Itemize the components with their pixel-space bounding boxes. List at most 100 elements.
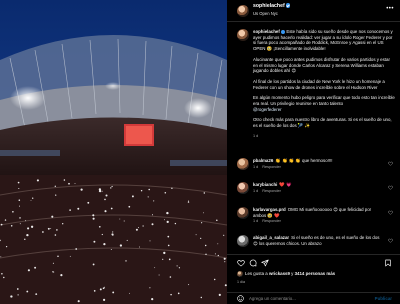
crowd-light <box>163 251 166 255</box>
crowd-light <box>112 291 115 294</box>
commenter-avatar[interactable] <box>237 207 249 219</box>
crowd-light <box>204 244 207 247</box>
post-comment-button[interactable]: Publicar <box>375 296 392 301</box>
crowd-light <box>3 276 5 279</box>
liker-avatar <box>237 271 243 277</box>
crowd-light <box>200 237 202 239</box>
commenter-username[interactable]: karlavargas.prd <box>253 207 286 212</box>
crowd-light <box>16 288 19 290</box>
heart-icon[interactable] <box>237 259 245 267</box>
crowd-light <box>69 209 71 211</box>
post-media[interactable] <box>0 0 227 304</box>
crowd-light <box>36 179 39 182</box>
post-header: sophielachef Us Open Nyc ••• <box>227 0 400 22</box>
comments-scroll[interactable]: sophielachef Este había sido su sueño de… <box>227 23 400 253</box>
crowd-light <box>77 207 80 210</box>
crowd-light <box>195 234 197 236</box>
crowd-light <box>171 187 173 190</box>
likes-middle: y <box>291 271 294 277</box>
crowd-light <box>158 274 160 276</box>
crowd-light <box>104 198 106 201</box>
crowd-light <box>74 182 76 184</box>
crowd-light <box>140 189 143 192</box>
crowd-light <box>174 222 177 225</box>
comment-item: karlavargas.prd OMG Mi sueñooooooo 😍 que … <box>237 207 395 223</box>
crowd-light <box>123 220 125 222</box>
crowd-light <box>105 194 108 197</box>
commenter-username[interactable]: karybianchi <box>253 182 277 187</box>
commenter-avatar[interactable] <box>237 182 249 194</box>
crowd-light <box>27 227 30 230</box>
commenter-username[interactable]: pbalma26 <box>253 158 273 163</box>
post-location[interactable]: Us Open Nyc <box>253 11 278 16</box>
liker-username[interactable]: wrickass9 <box>269 271 290 276</box>
crowd-light <box>52 262 54 264</box>
crowd-light <box>18 199 21 201</box>
comment-heart-icon[interactable] <box>388 185 393 190</box>
likes-summary[interactable]: Les gusta a wrickass9 y 3414 personas má… <box>237 271 335 277</box>
crowd-light <box>62 223 64 225</box>
caption-text: sophielachef Este había sido su sueño de… <box>253 29 395 129</box>
author-avatar[interactable] <box>237 5 249 17</box>
comment-heart-icon[interactable] <box>388 238 393 243</box>
crowd-light <box>170 293 172 296</box>
author-username[interactable]: sophielachef <box>253 3 285 9</box>
crowd-light <box>103 242 106 246</box>
comment-input[interactable]: Agrega un comentario... <box>249 296 296 301</box>
caption-paragraph-3: Al final de los partidos la ciudad de Ne… <box>253 78 385 90</box>
commenter-username[interactable]: abigail_a_salazar <box>253 235 289 240</box>
crowd-light <box>17 181 20 184</box>
caption-avatar[interactable] <box>237 29 249 41</box>
crowd-light <box>18 187 20 190</box>
crowd-light <box>50 227 52 229</box>
crowd-light <box>10 295 13 298</box>
crowd-light <box>30 225 34 228</box>
crowd-light <box>151 214 154 216</box>
crowd-light <box>4 219 7 221</box>
comment-time: 1 d <box>253 188 259 193</box>
crowd-light <box>202 212 204 214</box>
crowd-light <box>218 293 221 296</box>
crowd-light <box>47 227 50 230</box>
crowd-light <box>69 255 71 257</box>
crowd-light <box>162 258 164 260</box>
likes-count[interactable]: 3414 personas más <box>295 271 336 276</box>
crowd-light <box>80 188 83 191</box>
crowd-light <box>57 255 59 258</box>
crowd-light <box>17 294 19 296</box>
crowd-light <box>178 267 181 269</box>
comment-heart-icon[interactable] <box>388 161 393 166</box>
crowd-light <box>149 240 151 242</box>
commenter-avatar[interactable] <box>237 235 249 247</box>
emoji-icon[interactable] <box>237 295 244 302</box>
crowd-light <box>188 284 190 286</box>
crowd-light <box>151 298 154 301</box>
comment-heart-icon[interactable] <box>388 210 393 215</box>
crowd-light <box>26 233 29 237</box>
author-username-row[interactable]: sophielachef <box>253 3 291 9</box>
comment-icon[interactable] <box>249 259 257 267</box>
crowd-light <box>203 192 206 194</box>
reply-button[interactable]: Responder <box>262 165 281 169</box>
caption-username[interactable]: sophielachef <box>253 29 280 34</box>
mention-link[interactable]: @rogerfederer <box>253 107 282 112</box>
crowd-light <box>75 248 78 250</box>
caption-paragraph-2: Alucinante que poco antes pudimos disfru… <box>253 56 390 74</box>
more-icon[interactable]: ••• <box>386 6 394 12</box>
crowd-light <box>214 253 216 255</box>
crowd-light <box>167 244 170 247</box>
share-icon[interactable] <box>261 259 269 267</box>
crowd-light <box>200 296 203 299</box>
crowd-light <box>34 266 37 269</box>
crowd-light <box>224 261 226 263</box>
commenter-avatar[interactable] <box>237 158 249 170</box>
crowd-light <box>32 197 34 199</box>
bookmark-icon[interactable] <box>384 259 392 267</box>
comment-item: abigail_a_salazar Si el sueño es de uno, … <box>237 235 395 247</box>
crowd-light <box>110 207 113 210</box>
reply-button[interactable]: Responder <box>262 189 281 193</box>
reply-button[interactable]: Responder <box>262 219 281 223</box>
crowd-light <box>110 249 112 250</box>
crowd-light <box>169 276 172 278</box>
crowd-light <box>51 215 54 218</box>
